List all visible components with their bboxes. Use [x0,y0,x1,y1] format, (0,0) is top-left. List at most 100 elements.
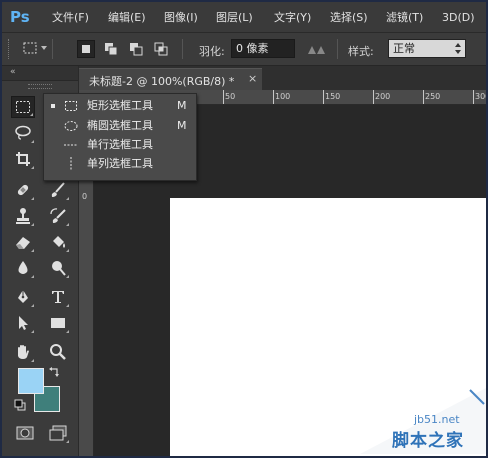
style-select[interactable]: 正常 [388,39,466,58]
tool-group-indicator [31,330,34,333]
tool-group-indicator [66,249,69,252]
rect-marquee-icon [65,101,77,111]
marquee-tool-flyout: 矩形选框工具 M 椭圆选框工具 M 单行选框工具 单列选框工具 [43,93,197,181]
brush-icon [51,182,65,197]
feather-input[interactable]: 0 像素 [231,39,295,58]
add-selection-icon [105,43,118,56]
watermark-text: 脚本之家 [392,431,464,451]
menu-edit[interactable]: 编辑(E) [108,10,146,26]
brush-tool[interactable] [46,179,70,201]
flyout-item-label: 单列选框工具 [87,157,153,170]
rect-marquee-tool[interactable] [11,96,35,118]
rectangle-shape-icon [51,318,65,328]
history-brush-tool[interactable] [46,205,70,227]
menu-filter[interactable]: 滤镜(T) [386,10,423,26]
history-brush-icon [50,208,66,223]
paint-bucket-icon [53,236,65,248]
dodge-tool[interactable] [46,257,70,279]
stamp-icon [16,208,30,224]
ruler-label: 50 [225,92,236,101]
tool-group-indicator [31,197,34,200]
select-arrows-icon [455,43,461,54]
tool-group-indicator [31,249,34,252]
hand-tool[interactable] [11,341,35,363]
type-icon [52,291,64,303]
add-to-selection-button[interactable] [102,40,120,58]
zoom-icon [50,344,66,360]
flyout-item-shortcut: M [177,99,187,112]
flyout-item-shortcut: M [177,119,187,132]
style-label: 样式: [348,45,374,58]
default-colors-icon[interactable] [14,399,26,411]
foreground-color-swatch[interactable] [18,368,44,394]
menu-type[interactable]: 文字(Y) [274,10,311,26]
single-column-marquee-icon [70,157,72,171]
blur-tool[interactable] [11,257,35,279]
flyout-item-label: 矩形选框工具 [87,99,153,112]
options-bar-grip[interactable] [8,39,11,59]
tool-group-indicator [31,166,34,169]
lasso-icon [15,125,31,140]
subtract-from-selection-button[interactable] [127,40,145,58]
flyout-item-single-column-marquee[interactable]: 单列选框工具 [44,155,196,173]
menu-bar: Ps 文件(F) 编辑(E) 图像(I) 图层(L) 文字(Y) 选择(S) 滤… [2,2,486,33]
screen-mode-icon [49,425,67,441]
eraser-tool[interactable] [11,231,35,253]
collapse-panel-icon[interactable]: « [10,67,16,78]
tool-group-indicator [66,223,69,226]
tool-group-indicator [31,275,34,278]
lasso-tool[interactable] [11,122,35,144]
tool-group-indicator [66,197,69,200]
ruler-label: 100 [275,92,291,101]
path-selection-tool[interactable] [11,312,35,334]
tool-group-indicator [66,440,69,443]
flyout-item-elliptical-marquee[interactable]: 椭圆选框工具 M [44,117,196,135]
tools-panel-grip[interactable] [28,84,52,89]
document-tab[interactable]: 未标题-2 @ 100%(RGB/8) * × [79,68,262,90]
paint-bucket-tool[interactable] [46,231,70,253]
pen-tool[interactable] [11,286,35,308]
spot-healing-tool[interactable] [11,179,35,201]
tools-panel-header: « [2,66,78,81]
flyout-item-rect-marquee[interactable]: 矩形选框工具 M [44,97,196,115]
menu-layer[interactable]: 图层(L) [216,10,253,26]
arrow-cursor-icon [19,316,28,330]
feather-label: 羽化: [199,45,225,58]
swap-colors-icon[interactable] [48,366,60,378]
ruler-label: 250 [425,92,441,101]
tool-group-indicator [31,223,34,226]
zoom-tool[interactable] [46,341,70,363]
tool-group-indicator [30,113,33,116]
anti-alias-icon[interactable] [307,43,327,55]
ruler-label: 0 [82,192,88,201]
crop-tool[interactable] [11,148,35,170]
menu-file[interactable]: 文件(F) [52,10,89,26]
flyout-item-single-row-marquee[interactable]: 单行选框工具 [44,136,196,154]
menu-select[interactable]: 选择(S) [330,10,368,26]
divider [337,39,338,59]
quick-mask-button[interactable] [13,422,37,444]
menu-image[interactable]: 图像(I) [164,10,198,26]
rectangle-shape-tool[interactable] [46,312,70,334]
ruler-label: 200 [375,92,391,101]
clone-stamp-tool[interactable] [11,205,35,227]
document-tab-bar: 未标题-2 @ 100%(RGB/8) * × [79,66,486,90]
tool-group-indicator [66,330,69,333]
app-logo: Ps [10,8,30,26]
quick-mask-icon [16,426,34,440]
new-selection-button[interactable] [77,40,95,58]
type-tool[interactable] [46,286,70,308]
tool-group-indicator [66,275,69,278]
menu-3d[interactable]: 3D(D) [442,10,475,26]
selected-bullet-icon [51,104,55,108]
subtract-selection-icon [130,43,143,56]
close-icon[interactable]: × [248,72,257,85]
tool-group-indicator [66,304,69,307]
tool-preset-marquee-icon[interactable] [22,40,38,56]
tool-preset-dropdown-icon[interactable] [41,46,47,50]
screen-mode-button[interactable] [46,422,70,444]
crop-icon [16,152,30,166]
intersect-selection-button[interactable] [152,40,170,58]
elliptical-marquee-icon [64,121,78,131]
blur-drop-icon [18,261,28,274]
